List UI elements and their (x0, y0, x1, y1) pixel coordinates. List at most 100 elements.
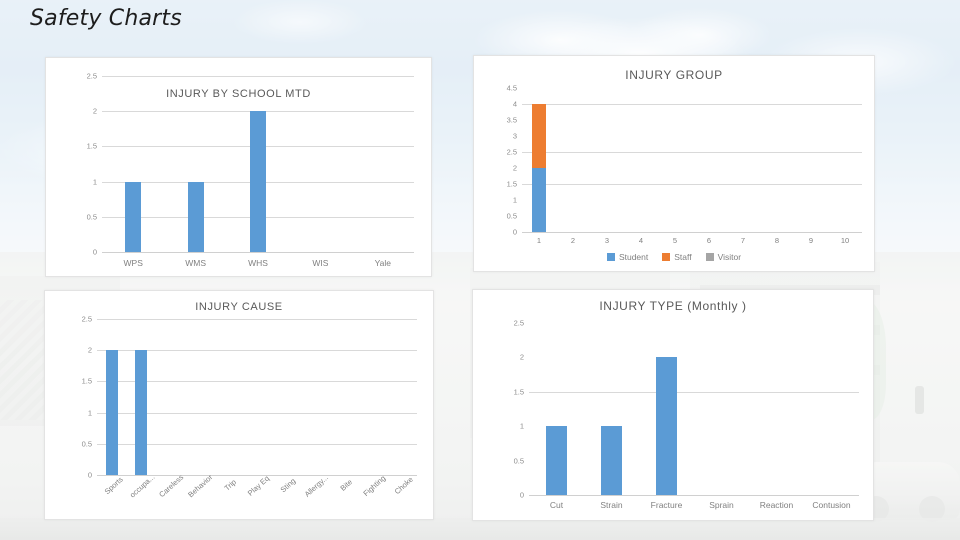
bar-strain[interactable] (601, 426, 622, 495)
bar-slot[interactable] (584, 323, 639, 495)
x-axis-labels-injury-cause: Sports occupa... Careless Behavior Trip … (97, 472, 417, 523)
bar-slot[interactable] (590, 88, 624, 232)
x-tick-label: WPS (123, 258, 143, 268)
x-tick-label: Careless (156, 472, 185, 500)
bar-slot[interactable] (804, 323, 859, 495)
y-tick-label: 0 (87, 470, 92, 480)
bar-cut[interactable] (546, 426, 567, 495)
y-tick-label: 1.5 (513, 387, 524, 397)
y-tick-label: 1.5 (81, 376, 92, 386)
x-tick-label: Fracture (650, 500, 683, 510)
segment-staff[interactable] (532, 104, 546, 168)
x-tick-label: 6 (706, 236, 712, 245)
bar-slot[interactable] (272, 319, 301, 475)
bar-fracture[interactable] (656, 357, 677, 495)
bar-slot[interactable] (227, 76, 289, 252)
bar-sports[interactable] (105, 350, 118, 475)
x-tick-label: Allergy... (302, 472, 331, 499)
chart-card-injury-group[interactable]: INJURY GROUP 4.5 4 3.5 3 2.5 2 1.5 1 0.5… (473, 55, 875, 272)
bar-slot[interactable] (352, 76, 414, 252)
bar-slot[interactable] (213, 319, 242, 475)
bar-slot[interactable] (624, 88, 658, 232)
bar-slot[interactable] (359, 319, 388, 475)
x-tick-label: Choke (393, 474, 416, 497)
x-tick-cell: Sting (272, 476, 301, 523)
bar-slot[interactable] (828, 88, 862, 232)
bar-slot[interactable] (289, 76, 351, 252)
chart-card-injury-cause[interactable]: INJURY CAUSE 2.5 2 1.5 1 0.5 0 Sports oc… (44, 290, 434, 520)
bar-slot[interactable] (184, 319, 213, 475)
stacked-bar-1[interactable] (532, 104, 546, 232)
bar-slot[interactable] (694, 323, 749, 495)
bar-occupational[interactable] (134, 350, 147, 475)
x-tick-label: Sting (278, 476, 298, 495)
bar-slot[interactable] (388, 319, 417, 475)
y-tick-label: 2 (512, 163, 517, 173)
legend-swatch-staff-icon (662, 253, 671, 261)
x-tick-label: 4 (638, 236, 644, 245)
plot-area-injury-by-school-mtd: 2.5 2 1.5 1 0.5 0 (87, 72, 414, 257)
bar-slot[interactable] (164, 76, 226, 252)
bar-wps[interactable] (125, 181, 142, 252)
bar-slot[interactable] (102, 76, 164, 252)
segment-student[interactable] (532, 168, 546, 232)
x-tick-label: Strain (600, 500, 623, 510)
y-tick-label: 4 (512, 99, 517, 109)
y-tick-label: 2 (87, 345, 92, 355)
plot-area-injury-type-monthly: 2.5 2 1.5 1 0.5 0 (514, 319, 859, 500)
legend-item-student[interactable]: Student (606, 252, 648, 262)
y-tick-label: 1 (512, 195, 517, 205)
bar-slot[interactable] (126, 319, 155, 475)
bar-slot[interactable] (155, 319, 184, 475)
bar-wms[interactable] (187, 181, 204, 252)
x-tick-label: 1 (536, 236, 542, 245)
plot-area-injury-cause: 2.5 2 1.5 1 0.5 0 (82, 315, 417, 480)
legend-item-visitor[interactable]: Visitor (705, 252, 742, 262)
bar-slot[interactable] (97, 319, 126, 475)
chart-legend-injury-group: Student Staff Visitor (474, 252, 874, 262)
chart-title-injury-cause: INJURY CAUSE (195, 301, 283, 313)
x-tick-label: 3 (604, 236, 610, 245)
bar-slot[interactable] (639, 323, 694, 495)
legend-swatch-visitor-icon (705, 253, 714, 261)
y-tick-label: 2.5 (513, 318, 524, 328)
chart-card-injury-type-monthly[interactable]: INJURY TYPE (Monthly ) 2.5 2 1.5 1 0.5 0… (472, 289, 874, 521)
bar-slot[interactable] (556, 88, 590, 232)
y-tick-label: 1.5 (86, 141, 97, 151)
chart-card-injury-by-school-mtd[interactable]: INJURY BY SCHOOL MTD 2.5 2 1.5 1 0.5 0 W… (45, 57, 432, 277)
y-tick-label: 2.5 (81, 314, 92, 324)
x-tick-cell: Careless (155, 473, 185, 523)
x-tick-label: Play Eq (245, 473, 272, 498)
bar-slot[interactable] (522, 88, 556, 232)
x-axis-labels-injury-by-school-mtd: WPS WMS WHS WIS Yale (102, 258, 414, 268)
legend-label: Staff (674, 252, 692, 262)
bar-slot[interactable] (242, 319, 271, 475)
x-axis-labels-injury-type-monthly: Cut Strain Fracture Sprain Reaction Cont… (529, 500, 859, 510)
x-tick-label: WHS (248, 258, 268, 268)
axis-line-zero (102, 252, 414, 253)
legend-item-staff[interactable]: Staff (662, 252, 692, 262)
x-tick-cell: Allergy... (301, 473, 330, 523)
bar-slot[interactable] (726, 88, 760, 232)
bar-whs[interactable] (250, 111, 267, 252)
x-tick-label: Sports (102, 474, 125, 497)
bar-slot[interactable] (749, 323, 804, 495)
bar-slot[interactable] (794, 88, 828, 232)
x-tick-cell: Play Eq (242, 474, 271, 523)
y-tick-label: 0 (519, 490, 524, 500)
bar-slot[interactable] (529, 323, 584, 495)
bar-slot[interactable] (330, 319, 359, 475)
y-tick-label: 0.5 (506, 211, 517, 221)
bar-series-injury-group (522, 88, 862, 232)
bar-slot[interactable] (658, 88, 692, 232)
legend-label: Visitor (717, 252, 742, 262)
bar-slot[interactable] (301, 319, 330, 475)
x-tick-label: 5 (672, 236, 678, 245)
x-tick-label: Reaction (759, 500, 794, 510)
x-tick-label: Contusion (812, 500, 851, 510)
x-tick-label: Cut (549, 500, 564, 510)
bar-slot[interactable] (760, 88, 794, 232)
x-tick-label: Trip (222, 477, 238, 493)
bar-slot[interactable] (692, 88, 726, 232)
plot-area-injury-group: 4.5 4 3.5 3 2.5 2 1.5 1 0.5 0 (507, 84, 862, 237)
